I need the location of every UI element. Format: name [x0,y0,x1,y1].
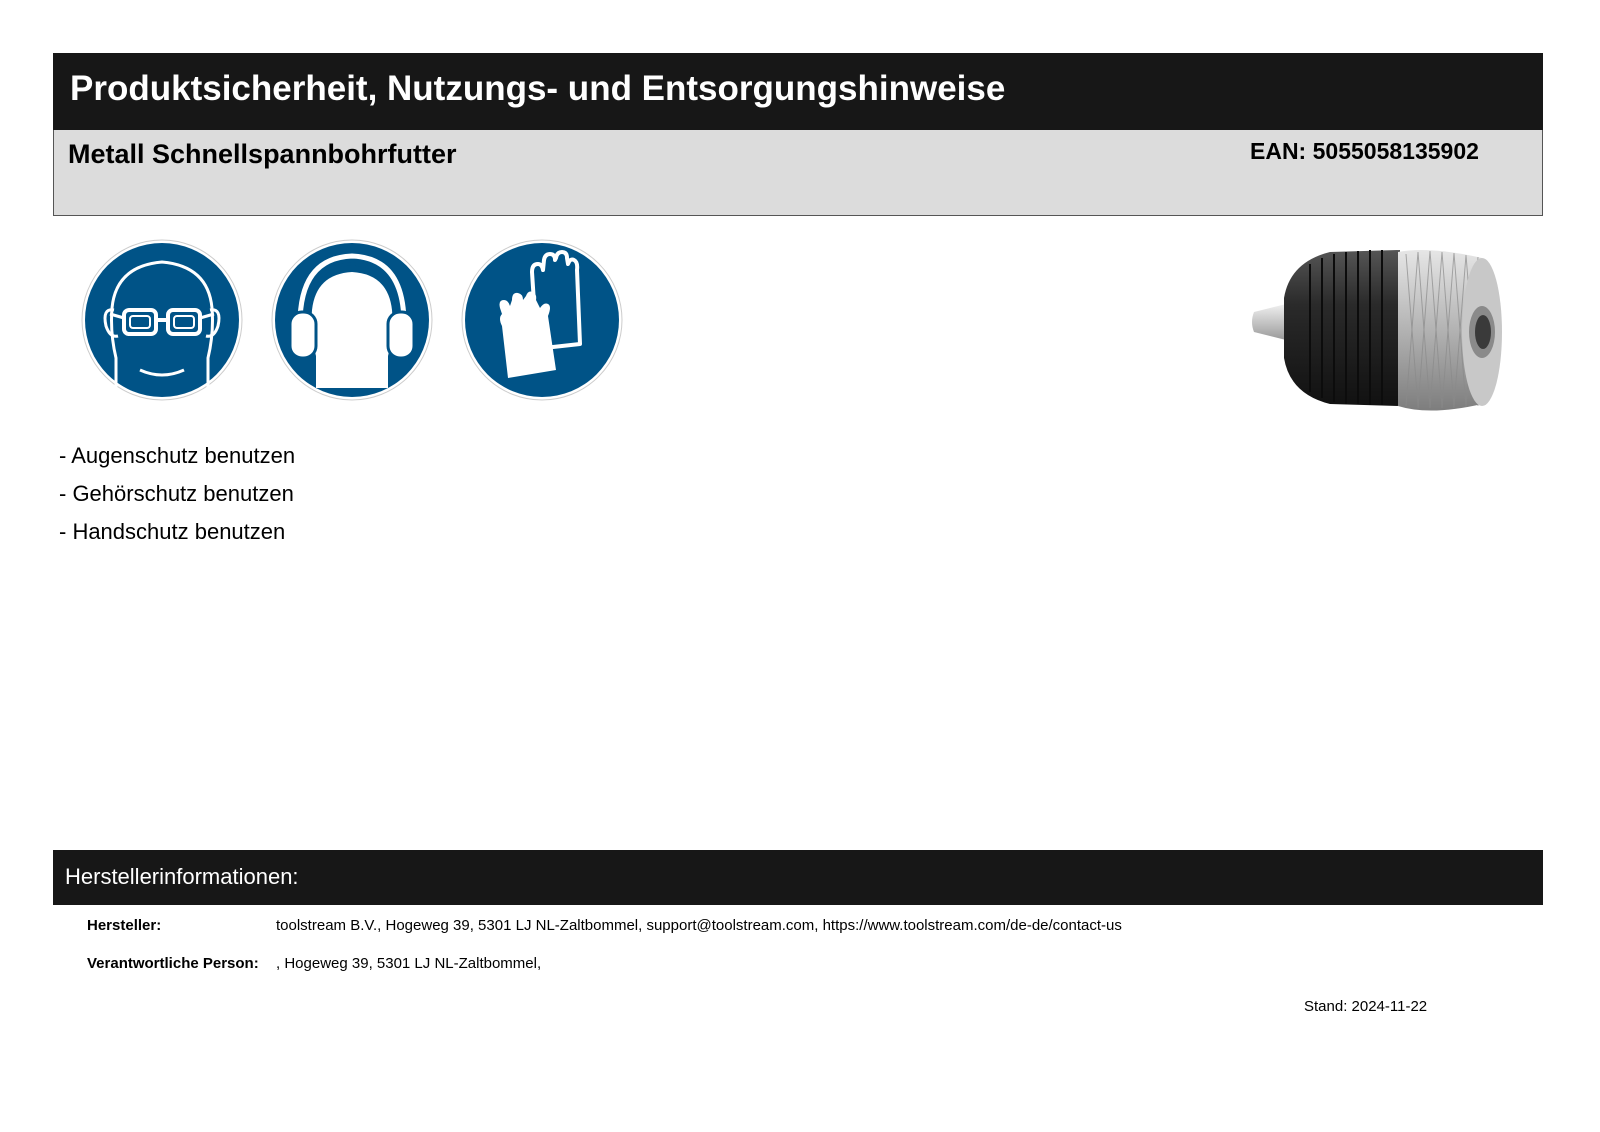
product-header: Metall Schnellspannbohrfutter EAN: 50550… [53,130,1543,216]
hand-protection-icon [461,239,623,401]
manufacturer-section-title: Herstellerinformationen: [65,864,299,889]
drill-chuck-image [1252,250,1502,411]
revision-date: Stand: 2024-11-22 [1304,998,1428,1015]
manufacturer-value: toolstream B.V., Hogeweg 39, 5301 LJ NL-… [276,917,1122,934]
list-item: - Gehörschutz benutzen [59,481,294,506]
ean-code: EAN: 5055058135902 [1250,138,1479,164]
product-name: Metall Schnellspannbohrfutter [68,139,457,169]
hearing-protection-icon [271,239,433,401]
safety-hints-list: - Augenschutz benutzen - Gehörschutz ben… [59,437,295,551]
manufacturer-section-header: Herstellerinformationen: [53,850,1543,905]
responsible-person-value: , Hogeweg 39, 5301 LJ NL-Zaltbommel, [276,955,542,972]
title-bar: Produktsicherheit, Nutzungs- und Entsorg… [53,53,1543,130]
list-item: - Handschutz benutzen [59,519,286,544]
page-title: Produktsicherheit, Nutzungs- und Entsorg… [70,69,1006,108]
manufacturer-label: Hersteller: [87,917,162,934]
responsible-person-label: Verantwortliche Person: [87,955,259,972]
eye-protection-icon [81,239,243,401]
list-item: - Augenschutz benutzen [59,443,296,468]
